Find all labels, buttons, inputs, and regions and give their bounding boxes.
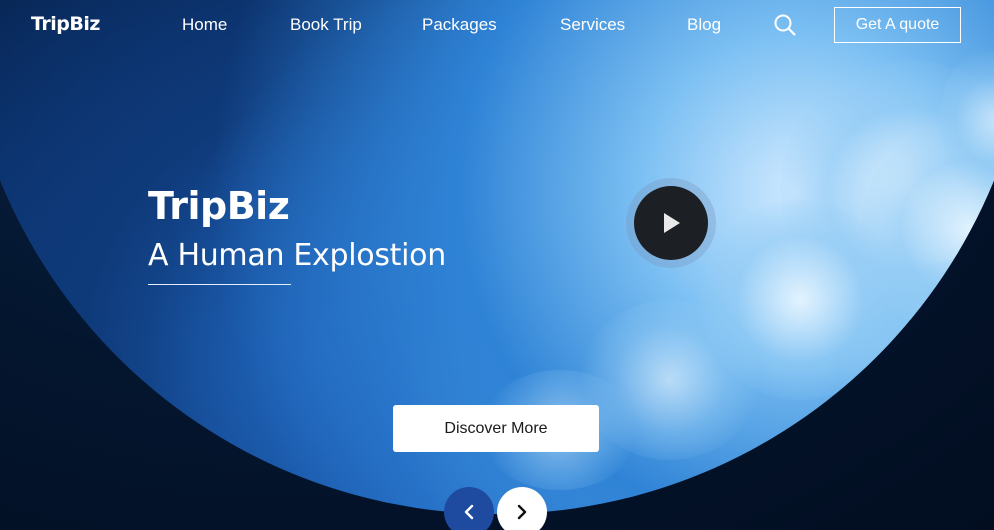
slider-prev-button[interactable] [444, 487, 494, 530]
hero-section: TripBiz Home Book Trip Packages Services… [0, 0, 994, 530]
hero-title: TripBiz [148, 184, 290, 228]
site-header: TripBiz Home Book Trip Packages Services… [0, 0, 994, 50]
play-video-button[interactable] [626, 178, 716, 268]
nav-blog[interactable]: Blog [687, 15, 721, 35]
chevron-left-icon [464, 504, 474, 520]
brand-logo[interactable]: TripBiz [31, 13, 100, 35]
play-icon [664, 213, 680, 233]
search-icon[interactable] [773, 13, 797, 37]
nav-services[interactable]: Services [560, 15, 625, 35]
hero-underline [148, 284, 291, 285]
play-button-circle [634, 186, 708, 260]
nav-packages[interactable]: Packages [422, 15, 497, 35]
chevron-right-icon [517, 504, 527, 520]
nav-home[interactable]: Home [182, 15, 227, 35]
slider-next-button[interactable] [497, 487, 547, 530]
discover-more-button[interactable]: Discover More [393, 405, 599, 452]
get-a-quote-button[interactable]: Get A quote [834, 7, 961, 43]
nav-book-trip[interactable]: Book Trip [290, 15, 362, 35]
hero-subtitle: A Human Explostion [148, 238, 446, 273]
